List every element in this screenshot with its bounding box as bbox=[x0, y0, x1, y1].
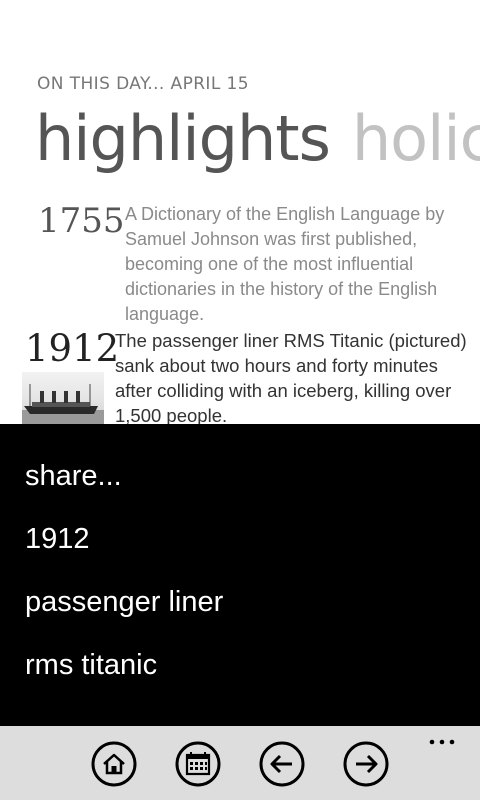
page-caption: ON THIS DAY... APRIL 15 bbox=[37, 74, 249, 94]
home-icon bbox=[91, 741, 137, 787]
pivot-header: highlights holic bbox=[35, 100, 480, 178]
event-text: A Dictionary of the English Language by … bbox=[125, 204, 445, 324]
context-menu: share... 1912 passenger liner rms titani… bbox=[0, 424, 480, 726]
forward-button[interactable] bbox=[343, 741, 389, 787]
menu-item-passenger-liner[interactable]: passenger liner bbox=[25, 586, 223, 619]
event-year: 1755 bbox=[38, 201, 125, 241]
events-list: 1755 A Dictionary of the English Languag… bbox=[0, 200, 480, 424]
titanic-thumbnail bbox=[22, 372, 104, 424]
event-year: 1912 bbox=[25, 327, 120, 370]
ship-image bbox=[22, 384, 104, 424]
menu-item-rms-titanic[interactable]: rms titanic bbox=[25, 649, 157, 682]
calendar-icon bbox=[175, 741, 221, 787]
menu-item-1912[interactable]: 1912 bbox=[25, 523, 90, 556]
more-options-button[interactable] bbox=[428, 732, 458, 752]
home-button[interactable] bbox=[91, 741, 137, 787]
app-bar bbox=[0, 726, 480, 800]
calendar-button[interactable] bbox=[175, 741, 221, 787]
pivot-tab-highlights[interactable]: highlights bbox=[35, 100, 331, 178]
back-button[interactable] bbox=[259, 741, 305, 787]
event-text: The passenger liner RMS Titanic (picture… bbox=[115, 330, 467, 424]
app-root: ON THIS DAY... APRIL 15 highlights holic … bbox=[0, 0, 480, 800]
menu-item-share[interactable]: share... bbox=[25, 460, 122, 493]
forward-arrow-icon bbox=[343, 741, 389, 787]
pivot-tab-holidays[interactable]: holic bbox=[352, 100, 480, 178]
back-arrow-icon bbox=[259, 741, 305, 787]
ellipsis-icon bbox=[429, 739, 455, 745]
